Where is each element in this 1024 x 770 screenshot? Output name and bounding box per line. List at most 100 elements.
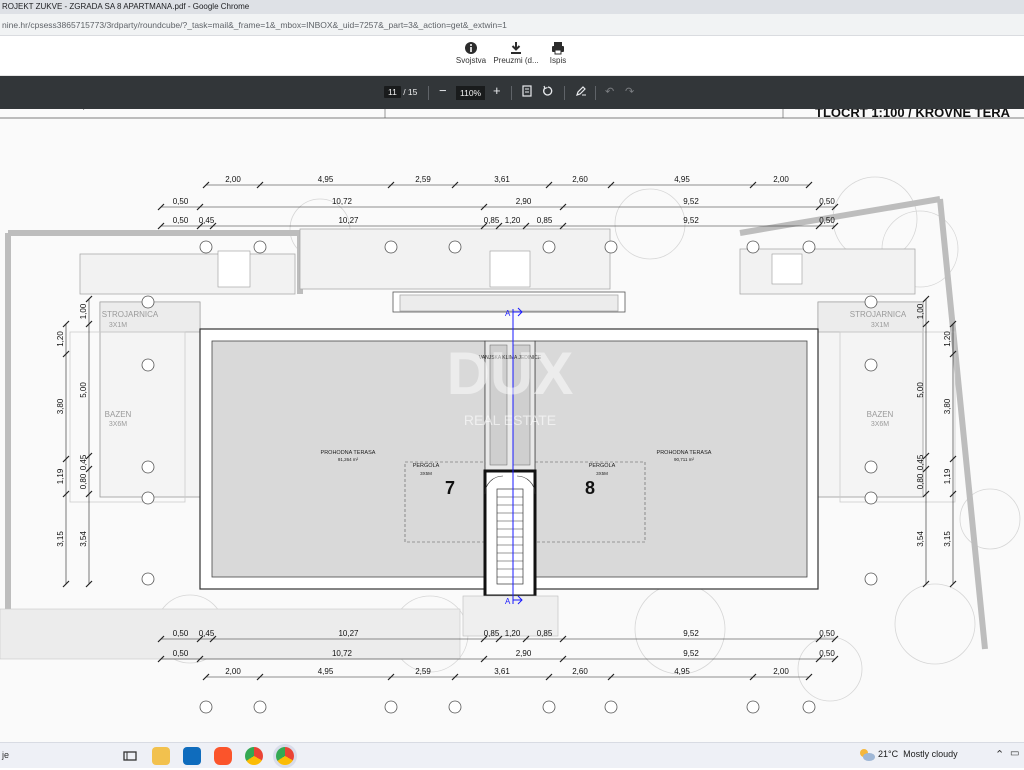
dimension-label: 5,00 [79,382,88,398]
column-marker [448,240,462,254]
dimension-label: 1,19 [56,468,65,484]
dimension-label: 0,50 [819,649,835,658]
print-button[interactable]: Ispis [535,40,581,65]
url-text[interactable]: nine.hr/cpsess3865715773/3rdparty/roundc… [2,20,507,30]
pdf-viewer[interactable]: TLOCRT 1:100 / KROVNE TERA STROJARNICA 3… [0,109,1024,742]
chrome-active-icon[interactable] [276,747,294,765]
undo-icon[interactable]: ↶ [605,85,614,98]
dimension-label: 0,85 [537,216,553,225]
dimension-label: 9,52 [683,649,699,658]
dimension-label: 0,45 [199,216,215,225]
dimension-label: 4,79 [915,109,931,111]
column-marker [253,240,267,254]
page-total: / 15 [403,87,418,97]
print-label: Ispis [549,56,567,65]
column-marker [802,700,816,714]
unit-number-right: 8 [585,478,595,498]
section-marker-top: A [505,309,511,318]
fit-page-icon[interactable] [522,85,532,97]
download-label: Preuzmi (d... [493,56,539,65]
brave-browser-icon[interactable] [214,747,232,765]
dimension-label: 10,27 [338,629,359,638]
rotate-icon[interactable] [542,85,554,97]
annotate-pen-icon[interactable] [575,85,587,97]
dimension-label: 0,45 [79,454,88,470]
page-number-input[interactable]: 11 [384,86,401,98]
dimension-label: 0,50 [173,629,189,638]
right-side-block: STROJARNICA 3X1M BAZEN 3X6M [817,301,956,503]
machine-room-right-label: STROJARNICA [850,310,907,319]
column-marker [802,240,816,254]
staircase [496,488,524,585]
dimension-label: 2,00 [225,175,241,184]
pool-right-label: BAZEN [867,410,894,419]
terrace-right-area: 90,711 m² [674,457,694,462]
toolbar-divider [595,86,596,100]
outlook-icon[interactable] [183,747,201,765]
dimension-label: 4,95 [318,667,334,676]
weather-text: Mostly cloudy [903,749,958,759]
pool-left-label: BAZEN [105,410,132,419]
column-marker [542,700,556,714]
dimension-label: 0,50 [173,216,189,225]
column-marker [542,240,556,254]
dimension-label: 2,00 [773,667,789,676]
redo-icon[interactable]: ↷ [625,85,634,98]
window-title: ROJEKT ZUKVE - ZGRADA SA 8 APARTMANA.pdf… [2,2,250,11]
dimension-label: 0,50 [173,649,189,658]
properties-button[interactable]: Svojstva [448,40,494,65]
dimension-label: 4,95 [318,175,334,184]
pool-left-size: 3X6M [109,421,127,428]
column-marker [746,700,760,714]
dimension-label: 1,00 [79,303,88,319]
dimension-label: 1,20 [505,629,521,638]
zoom-in-icon[interactable]: + [493,83,501,98]
dimension-label: 0,85 [484,629,500,638]
dimension-label: 3,61 [494,175,510,184]
column-marker [448,700,462,714]
dimension-label: 0,85 [484,216,500,225]
roof-plan-drawing: TLOCRT 1:100 / KROVNE TERA STROJARNICA 3… [0,109,1024,714]
zoom-input[interactable]: 110% [456,86,486,100]
dimension-label: 5,00 [916,382,925,398]
dimension-label: 0,80 [79,473,88,489]
zoom-out-icon[interactable]: − [439,83,447,98]
terrace-left-area: 91,264 m² [338,457,359,462]
column-marker [253,700,267,714]
info-icon [465,42,477,54]
column-marker [141,460,155,474]
column-marker [864,491,878,505]
dimension-label: 0,45 [199,629,215,638]
download-button[interactable]: Preuzmi (d... [493,40,539,65]
page-indicator: 11 / 15 [384,86,418,98]
terrace-right [534,340,808,578]
dimension-label: 3,54 [916,531,925,547]
address-bar[interactable]: nine.hr/cpsess3865715773/3rdparty/roundc… [0,14,1024,36]
column-marker [604,700,618,714]
network-icon[interactable]: ▭ [1010,748,1019,759]
dimension-label: 2,90 [516,649,532,658]
dimension-label: 0,50 [819,197,835,206]
dimension-label: 1,00 [916,303,925,319]
watermark-subtitle: REAL ESTATE [464,412,556,428]
dimension-label: 2,60 [572,667,588,676]
column-marker [384,700,398,714]
column-marker [746,240,760,254]
drawing-title: TLOCRT 1:100 / KROVNE TERA [815,109,1011,120]
column-marker [141,491,155,505]
tray-chevron-icon[interactable]: ⌃ [995,748,1004,761]
column-marker [864,572,878,586]
weather-widget[interactable]: 21°C Mostly cloudy [878,749,958,759]
dimension-label: 3,80 [56,398,65,414]
dimension-label: 10,72 [332,197,353,206]
dimension-label: 2,60 [572,175,588,184]
chrome-icon[interactable] [245,747,263,765]
search-box[interactable]: je [2,750,9,760]
dimension-label: 2,00 [225,667,241,676]
dimension-label: 10,72 [332,649,353,658]
dimension-label: 1,20 [943,331,952,347]
column-marker [384,240,398,254]
file-explorer-icon[interactable] [152,747,170,765]
task-view-icon[interactable] [121,747,139,765]
column-marker [141,572,155,586]
